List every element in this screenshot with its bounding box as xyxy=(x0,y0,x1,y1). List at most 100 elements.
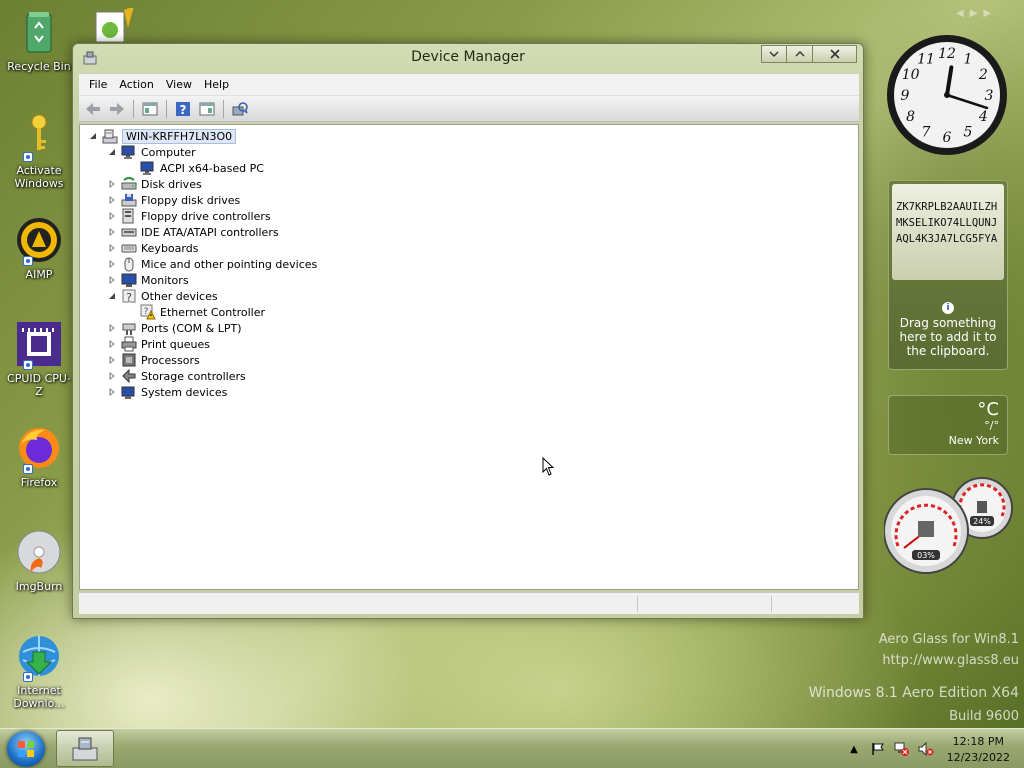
action-center-flag-icon[interactable] xyxy=(870,741,886,757)
next-arrow-icon[interactable]: ▶ xyxy=(970,8,978,19)
weather-gadget[interactable]: °C °/° New York xyxy=(888,395,1008,455)
desktop-icon-aimp[interactable]: AIMP xyxy=(4,216,74,281)
expand-arrow-icon[interactable] xyxy=(107,371,117,381)
clipboard-text[interactable]: ZK7KRPLB2AAUILZHMKSELIKO74LLQUNJAQL4K3JA… xyxy=(892,184,1004,280)
tree-node-system-devices[interactable]: System devices xyxy=(107,384,227,400)
clock-gadget[interactable]: 1234567891011 12 xyxy=(884,32,1010,158)
cpu-meter-gadget[interactable]: 24% 03% xyxy=(883,476,1014,576)
desktop-icon-firefox[interactable]: Firefox xyxy=(4,424,74,489)
clock-number: 12 xyxy=(938,46,956,62)
tree-node-floppy-drive-controllers[interactable]: Floppy drive controllers xyxy=(107,208,271,224)
expand-arrow-icon[interactable] xyxy=(107,227,117,237)
taskbar-time: 12:18 PM xyxy=(952,735,1004,748)
clock-number: 2 xyxy=(978,67,988,83)
device-manager-window[interactable]: Device Manager File Action View Help ? W… xyxy=(72,43,864,619)
weather-city: New York xyxy=(948,434,999,447)
shortcut-arrow-icon xyxy=(23,464,33,474)
expand-arrow-icon[interactable] xyxy=(107,339,117,349)
tree-node-label: Storage controllers xyxy=(141,369,246,383)
tree-node-ports[interactable]: Ports (COM & LPT) xyxy=(107,320,242,336)
menu-file[interactable]: File xyxy=(83,78,113,91)
tree-node-processors[interactable]: Processors xyxy=(107,352,200,368)
collapse-arrow-icon[interactable] xyxy=(107,291,117,301)
taskbar-date: 12/23/2022 xyxy=(946,751,1010,764)
expand-arrow-icon[interactable] xyxy=(107,195,117,205)
expand-arrow-icon[interactable] xyxy=(107,323,117,333)
show-hide-tree-icon[interactable] xyxy=(140,99,160,119)
tree-node-keyboards[interactable]: Keyboards xyxy=(107,240,198,256)
expand-arrow-icon[interactable] xyxy=(107,243,117,253)
shortcut-arrow-icon xyxy=(23,360,33,370)
desktop-icon-cpu-z[interactable]: CPUID CPU-Z xyxy=(4,320,74,398)
start-button[interactable] xyxy=(7,731,45,767)
expand-arrow-icon[interactable] xyxy=(107,259,117,269)
tree-node-monitors[interactable]: Monitors xyxy=(107,272,189,288)
tree-node-other-devices[interactable]: ? Other devices xyxy=(107,288,218,304)
tree-node-computer[interactable]: Computer xyxy=(107,144,196,160)
tree-root[interactable]: WIN-KRFFH7LN3O0 xyxy=(88,128,237,144)
memory-chip-icon xyxy=(977,501,987,513)
tree-node-label: Monitors xyxy=(141,273,189,287)
processor-icon xyxy=(122,353,136,367)
toolbar-separator xyxy=(223,99,224,118)
expand-arrow-icon[interactable] xyxy=(107,355,117,365)
tree-node-ide-controllers[interactable]: IDE ATA/ATAPI controllers xyxy=(107,224,279,240)
expand-arrow-icon[interactable] xyxy=(107,179,117,189)
tree-node-label: Disk drives xyxy=(141,177,202,191)
taskbar-clock[interactable]: 12:18 PM 12/23/2022 xyxy=(947,734,1010,766)
desktop-icon-label: Recycle Bin xyxy=(7,60,71,73)
printer-icon xyxy=(121,336,137,352)
tree-node-label: Floppy drive controllers xyxy=(141,209,271,223)
network-disconnected-icon[interactable] xyxy=(894,741,910,757)
internet-download-manager-icon xyxy=(15,632,63,682)
tree-node-floppy-disk-drives[interactable]: Floppy disk drives xyxy=(107,192,240,208)
scan-hardware-icon[interactable] xyxy=(230,99,250,119)
desktop-icon-imgburn[interactable]: ImgBurn xyxy=(4,528,74,593)
expand-arrow-icon[interactable] xyxy=(107,275,117,285)
tree-node-mice[interactable]: Mice and other pointing devices xyxy=(107,256,317,272)
properties-icon[interactable] xyxy=(197,99,217,119)
watermark-line-3: Windows 8.1 Aero Edition X64 xyxy=(808,685,1019,701)
volume-muted-icon[interactable] xyxy=(918,741,934,757)
monitor-icon xyxy=(121,145,135,159)
info-icon: i xyxy=(942,302,954,314)
tree-leaf-acpi-pc[interactable]: ACPI x64-based PC xyxy=(140,160,264,176)
watermark-line-1: Aero Glass for Win8.1 xyxy=(878,632,1019,647)
shortcut-arrow-icon xyxy=(23,256,33,266)
desktop-icon-recycle-bin[interactable]: Recycle Bin xyxy=(4,8,74,73)
floppy-drive-icon xyxy=(121,194,137,207)
weather-unit: °C xyxy=(977,399,999,420)
clipboard-hint: i Drag something here to add it to the c… xyxy=(889,299,1007,358)
clipboard-gadget[interactable]: ZK7KRPLB2AAUILZHMKSELIKO74LLQUNJAQL4K3JA… xyxy=(888,180,1008,370)
close-button[interactable] xyxy=(813,45,857,63)
monitor-icon xyxy=(121,273,137,287)
menu-help[interactable]: Help xyxy=(198,78,235,91)
desktop-icon-activate-windows[interactable]: Activate Windows xyxy=(4,112,74,190)
mouse-icon xyxy=(124,257,134,272)
next-page-icon[interactable]: ▶ xyxy=(983,8,991,19)
forward-icon[interactable] xyxy=(107,99,127,119)
menu-action[interactable]: Action xyxy=(113,78,159,91)
desktop-icon-internet-download-manager[interactable]: Internet Downlo... xyxy=(4,632,74,710)
prev-arrow-icon[interactable]: ◀ xyxy=(956,8,964,19)
expand-arrow-icon[interactable] xyxy=(107,387,117,397)
help-icon[interactable]: ? xyxy=(173,99,193,119)
collapse-arrow-icon[interactable] xyxy=(88,131,98,141)
gadget-nav: ◀ ▶ ▶ xyxy=(956,8,991,19)
collapse-arrow-icon[interactable] xyxy=(107,147,117,157)
back-icon[interactable] xyxy=(83,99,103,119)
menu-view[interactable]: View xyxy=(160,78,198,91)
maximize-button[interactable] xyxy=(787,45,813,63)
tree-leaf-ethernet-controller[interactable]: ? Ethernet Controller xyxy=(140,304,265,320)
show-hidden-icons-icon[interactable]: ▲ xyxy=(846,741,862,757)
controller-icon xyxy=(122,208,134,224)
taskbar-device-manager-button[interactable] xyxy=(56,730,114,767)
tree-leaf-label: Ethernet Controller xyxy=(160,305,265,319)
tree-node-disk-drives[interactable]: Disk drives xyxy=(107,176,202,192)
clock-number: 7 xyxy=(922,124,931,140)
tree-node-print-queues[interactable]: Print queues xyxy=(107,336,210,352)
desktop-icon-partial[interactable] xyxy=(94,6,138,43)
expand-arrow-icon[interactable] xyxy=(107,211,117,221)
tree-node-storage-controllers[interactable]: Storage controllers xyxy=(107,368,246,384)
minimize-button[interactable] xyxy=(761,45,787,63)
